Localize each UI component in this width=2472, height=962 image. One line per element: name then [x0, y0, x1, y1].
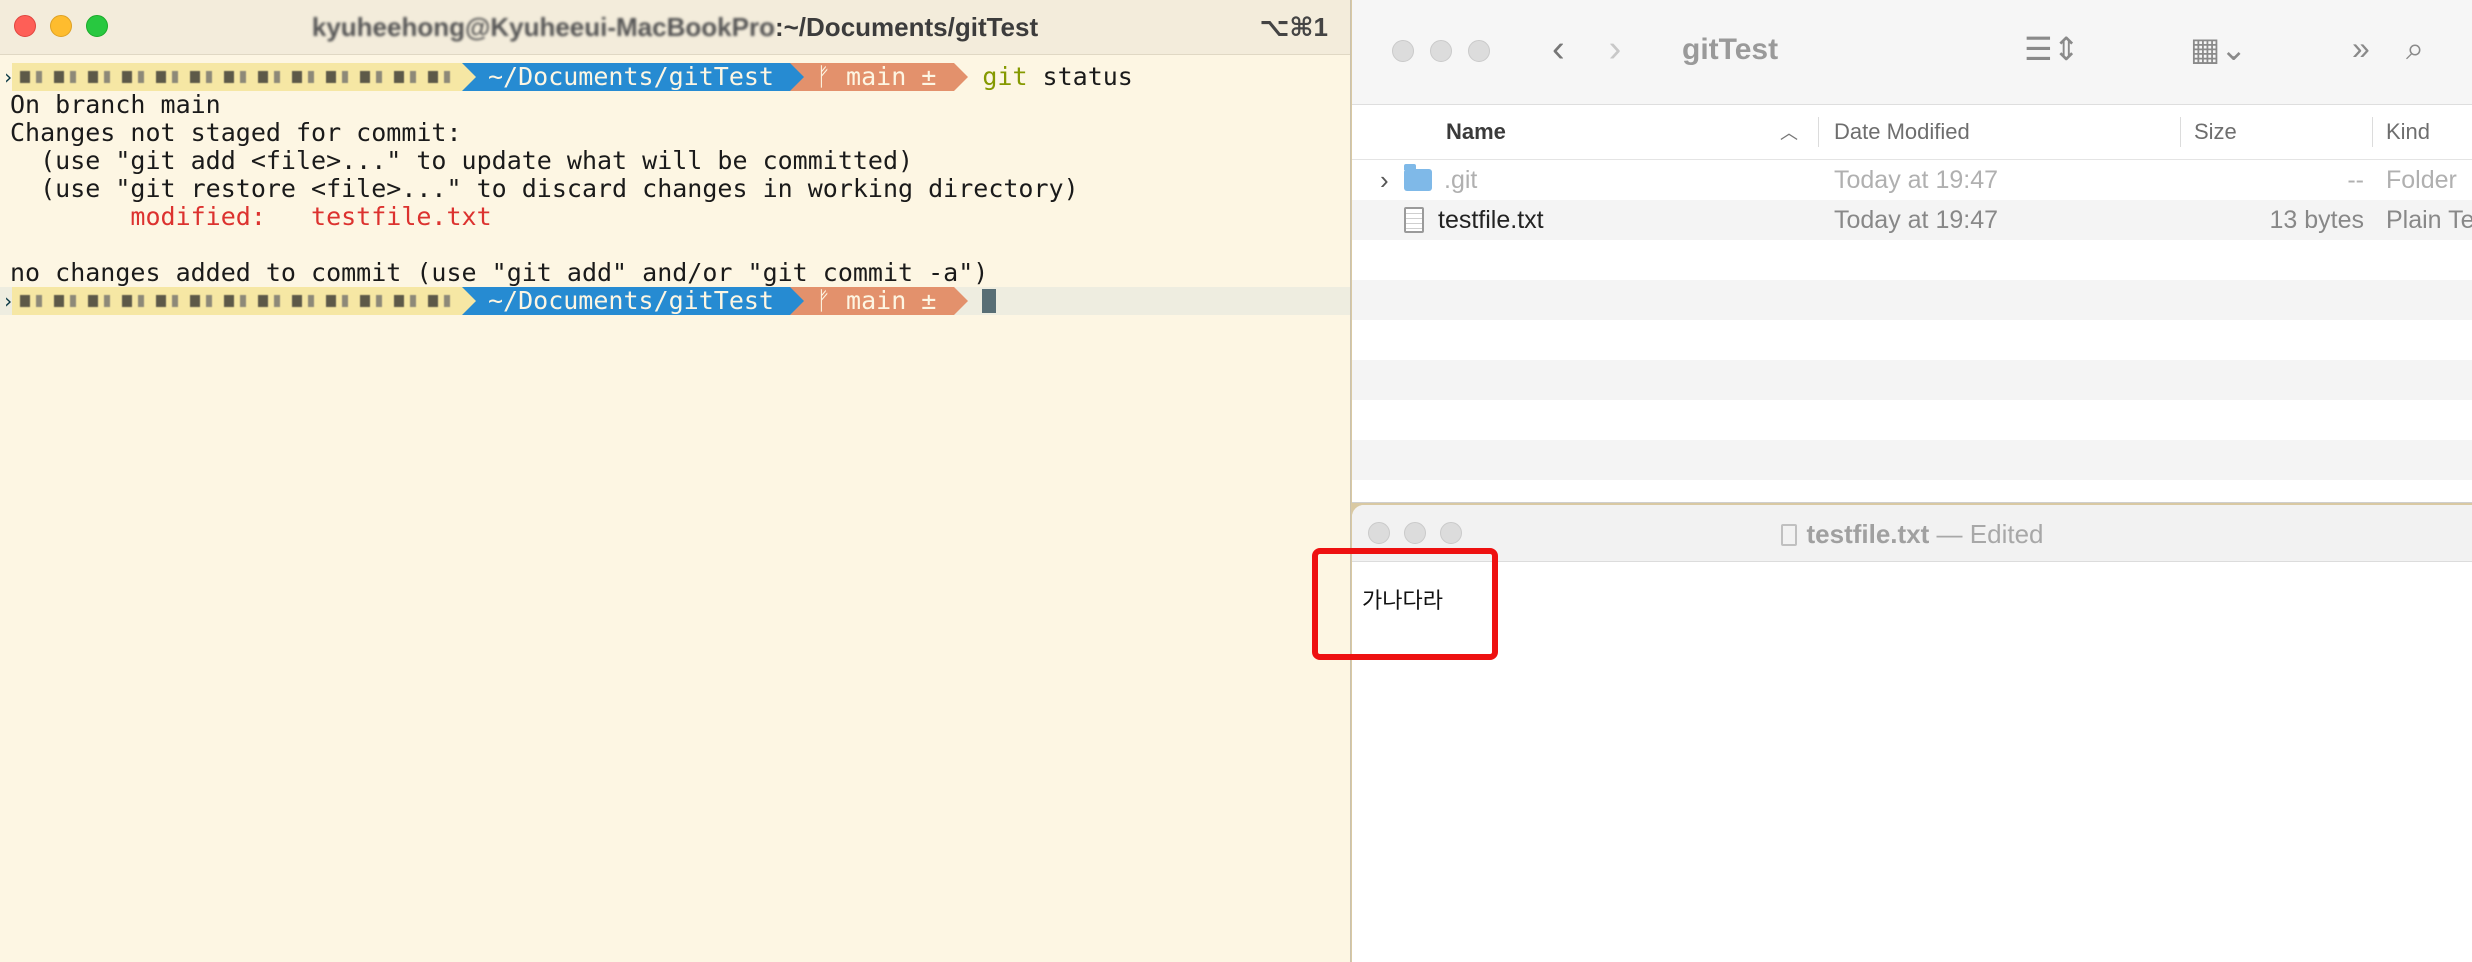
file-size: -- [2347, 165, 2364, 194]
file-name: .git [1444, 165, 1478, 194]
prompt-command: git status [968, 63, 1133, 91]
textedit-title: testfile.txt — Edited [1352, 519, 2472, 550]
output-line: (use "git restore <file>..." to discard … [10, 174, 1079, 203]
column-name[interactable]: Name [1446, 105, 1506, 159]
prompt-arrow-icon [954, 63, 969, 91]
prompt-arrow-icon [954, 287, 969, 315]
terminal-title-path: ~/Documents/gitTest [783, 12, 1039, 42]
file-name: testfile.txt [1438, 205, 1544, 234]
column-separator[interactable] [2180, 117, 2181, 147]
column-header: Name ︿ Date Modified Size Kind [1352, 105, 2472, 160]
textedit-titlebar[interactable]: testfile.txt — Edited [1352, 505, 2472, 562]
empty-row [1352, 320, 2472, 360]
terminal-title-sep: : [774, 12, 784, 42]
prompt-path: ~/Documents/gitTest [462, 287, 790, 315]
file-row-git[interactable]: › .git Today at 19:47 -- Folder [1352, 160, 2472, 200]
search-icon[interactable]: ⌕ [2406, 30, 2424, 68]
empty-row [1352, 240, 2472, 280]
file-kind: Folder [2386, 165, 2457, 194]
prompt-caret-icon: › [2, 65, 15, 89]
prompt-branch: ᚠ main ± [789, 287, 955, 315]
prompt-user-redacted [12, 287, 462, 315]
group-icon[interactable]: ▦⌄ [2190, 30, 2247, 68]
terminal-body[interactable]: › ~/Documents/gitTest ᚠ main ± git statu… [0, 55, 1350, 315]
file-date: Today at 19:47 [1834, 165, 1999, 194]
finder-window: ‹ › gitTest ☰⇕ ▦⌄ » ⌕ Name ︿ Date Modifie… [1352, 0, 2472, 503]
command-args: status [1027, 62, 1133, 91]
column-separator[interactable] [1818, 117, 1819, 147]
finder-title: gitTest [1682, 33, 1779, 66]
back-chevron-icon[interactable]: ‹ [1552, 28, 1565, 70]
column-size-label: Size [2194, 119, 2237, 144]
folder-icon [1404, 164, 1432, 191]
terminal-title: kyuheehong@Kyuheeui-MacBookPro:~/Documen… [0, 12, 1350, 43]
textedit-window: testfile.txt — Edited 가나다라 [1352, 505, 2472, 962]
textedit-status: Edited [1969, 519, 2044, 549]
list-view-icon[interactable]: ☰⇕ [2024, 30, 2080, 68]
output-line: On branch main [10, 90, 221, 119]
annotation-highlight-box [1312, 548, 1498, 660]
output-modified-line: modified: testfile.txt [10, 202, 492, 231]
output-line: Changes not staged for commit: [10, 118, 462, 147]
text-document-icon [1404, 207, 1424, 233]
textedit-separator: — [1929, 519, 1970, 549]
empty-row [1352, 280, 2472, 320]
column-date[interactable]: Date Modified [1834, 105, 1970, 159]
prompt-line: › ~/Documents/gitTest ᚠ main ± git statu… [0, 63, 1350, 91]
zoom-button[interactable] [1468, 40, 1490, 62]
empty-row [1352, 360, 2472, 400]
output-blank-line [0, 231, 1350, 259]
column-separator[interactable] [2372, 117, 2373, 147]
empty-row [1352, 440, 2472, 480]
disclosure-chevron-icon[interactable]: › [1380, 165, 1404, 196]
column-kind[interactable]: Kind [2386, 105, 2430, 159]
sort-chevron-icon[interactable]: ︿ [1780, 105, 1798, 159]
terminal-titlebar[interactable]: kyuheehong@Kyuheeui-MacBookPro:~/Documen… [0, 0, 1350, 55]
terminal-window: kyuheehong@Kyuheeui-MacBookPro:~/Documen… [0, 0, 1351, 962]
prompt-user-redacted [12, 63, 462, 91]
column-date-label: Date Modified [1834, 119, 1970, 144]
terminal-title-user: kyuheehong@Kyuheeui-MacBookPro [311, 12, 775, 42]
window-controls [1392, 40, 1490, 62]
close-button[interactable] [1392, 40, 1414, 62]
minimize-button[interactable] [1430, 40, 1452, 62]
finder-nav: ‹ › [1552, 28, 1665, 71]
command-git: git [982, 62, 1028, 91]
column-kind-label: Kind [2386, 119, 2431, 144]
text-cursor [982, 289, 997, 313]
column-name-label: Name [1446, 119, 1506, 144]
prompt-branch: ᚠ main ± [789, 63, 955, 91]
textedit-filename: testfile.txt [1806, 519, 1930, 549]
output-line: no changes added to commit (use "git add… [10, 258, 989, 287]
finder-toolbar[interactable]: ‹ › gitTest ☰⇕ ▦⌄ » ⌕ [1352, 0, 2472, 105]
terminal-shortcut: ⌥⌘1 [1259, 12, 1328, 42]
prompt-path: ~/Documents/gitTest [462, 63, 790, 91]
column-size[interactable]: Size [2194, 105, 2237, 159]
empty-row [1352, 400, 2472, 440]
empty-row [1352, 480, 2472, 502]
output-line: (use "git add <file>..." to update what … [10, 146, 914, 175]
file-date: Today at 19:47 [1834, 205, 1999, 234]
document-icon [1780, 524, 1797, 546]
file-row-testfile[interactable]: testfile.txt Today at 19:47 13 bytes Pla… [1352, 200, 2472, 240]
file-kind: Plain Te [2386, 205, 2472, 234]
file-size: 13 bytes [2269, 205, 2364, 234]
prompt-caret-icon: › [2, 289, 15, 313]
forward-chevron-icon[interactable]: › [1609, 28, 1622, 70]
prompt-line-current[interactable]: › ~/Documents/gitTest ᚠ main ± [0, 287, 1350, 315]
more-chevrons-icon[interactable]: » [2352, 30, 2370, 67]
